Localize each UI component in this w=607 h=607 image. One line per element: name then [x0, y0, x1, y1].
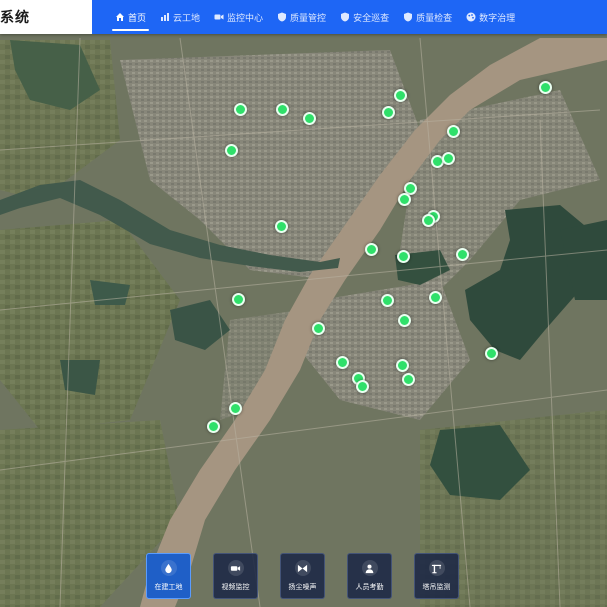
shield-icon — [277, 12, 287, 22]
main-nav: 首页 云工地 监控中心 质量管控 安全巡查 质量检查 数字治理 — [108, 0, 522, 34]
system-title: 系统 — [0, 9, 30, 25]
satellite-map[interactable] — [0, 0, 607, 607]
dock-button-crane-monitoring[interactable]: 塔吊监测 — [414, 553, 459, 599]
nav-item-quality-control[interactable]: 质量管控 — [270, 0, 333, 34]
site-marker[interactable] — [206, 419, 220, 433]
site-marker[interactable] — [484, 346, 498, 360]
site-marker[interactable] — [397, 192, 411, 206]
nav-label: 质量检查 — [416, 12, 453, 23]
video-camera-icon — [214, 12, 224, 22]
crane-icon — [428, 560, 445, 576]
nav-item-quality-inspection[interactable]: 质量检查 — [396, 0, 459, 34]
nav-label: 监控中心 — [227, 12, 264, 23]
nav-label: 质量管控 — [290, 12, 327, 23]
camera-icon — [227, 560, 244, 576]
site-marker[interactable] — [224, 143, 238, 157]
nav-label: 首页 — [128, 12, 147, 23]
nav-item-monitor-center[interactable]: 监控中心 — [207, 0, 270, 34]
dock-label: 塔吊监测 — [422, 584, 451, 591]
palette-icon — [466, 12, 476, 22]
bottom-dock: 在建工地 视频监控 扬尘噪声 人员考勤 塔吊监测 — [146, 553, 459, 599]
dock-label: 扬尘噪声 — [288, 584, 317, 591]
top-navigation-bar: 系统 首页 云工地 监控中心 质量管控 安全巡查 质量检查 数字治理 — [0, 0, 607, 34]
site-marker[interactable] — [275, 102, 289, 116]
nav-label: 云工地 — [173, 12, 201, 23]
site-marker[interactable] — [455, 247, 469, 261]
dock-label: 视频监控 — [221, 584, 250, 591]
site-marker[interactable] — [233, 102, 247, 116]
site-marker[interactable] — [401, 372, 415, 386]
site-marker[interactable] — [421, 213, 435, 227]
dock-label: 人员考勤 — [355, 584, 384, 591]
dock-button-construction-sites[interactable]: 在建工地 — [146, 553, 191, 599]
site-marker[interactable] — [335, 355, 349, 369]
site-marker[interactable] — [396, 249, 410, 263]
site-marker[interactable] — [538, 80, 552, 94]
site-marker[interactable] — [397, 313, 411, 327]
home-icon — [115, 12, 125, 22]
nav-item-digital-governance[interactable]: 数字治理 — [459, 0, 522, 34]
site-marker[interactable] — [393, 88, 407, 102]
site-marker[interactable] — [381, 105, 395, 119]
site-marker[interactable] — [428, 290, 442, 304]
dock-button-video-monitoring[interactable]: 视频监控 — [213, 553, 258, 599]
person-icon — [361, 560, 378, 576]
nav-item-cloud-site[interactable]: 云工地 — [153, 0, 207, 34]
site-marker[interactable] — [364, 242, 378, 256]
wind-icon — [294, 560, 311, 576]
nav-item-home[interactable]: 首页 — [108, 0, 153, 34]
shield-icon — [403, 12, 413, 22]
dock-button-attendance[interactable]: 人员考勤 — [347, 553, 392, 599]
water-drop-icon — [160, 560, 177, 576]
site-marker[interactable] — [441, 151, 455, 165]
shield-icon — [340, 12, 350, 22]
site-marker[interactable] — [302, 111, 316, 125]
nav-label: 数字治理 — [479, 12, 516, 23]
brand-area: 系统 — [0, 0, 92, 34]
site-marker[interactable] — [380, 293, 394, 307]
site-marker[interactable] — [274, 219, 288, 233]
nav-item-safety-patrol[interactable]: 安全巡查 — [333, 0, 396, 34]
dock-label: 在建工地 — [154, 584, 183, 591]
site-marker[interactable] — [311, 321, 325, 335]
site-marker[interactable] — [395, 358, 409, 372]
map-terrain — [0, 0, 607, 607]
dock-button-dust-noise[interactable]: 扬尘噪声 — [280, 553, 325, 599]
site-marker[interactable] — [355, 379, 369, 393]
site-marker[interactable] — [446, 124, 460, 138]
site-marker[interactable] — [231, 292, 245, 306]
nav-label: 安全巡查 — [353, 12, 390, 23]
site-marker[interactable] — [228, 401, 242, 415]
bar-chart-icon — [160, 12, 170, 22]
